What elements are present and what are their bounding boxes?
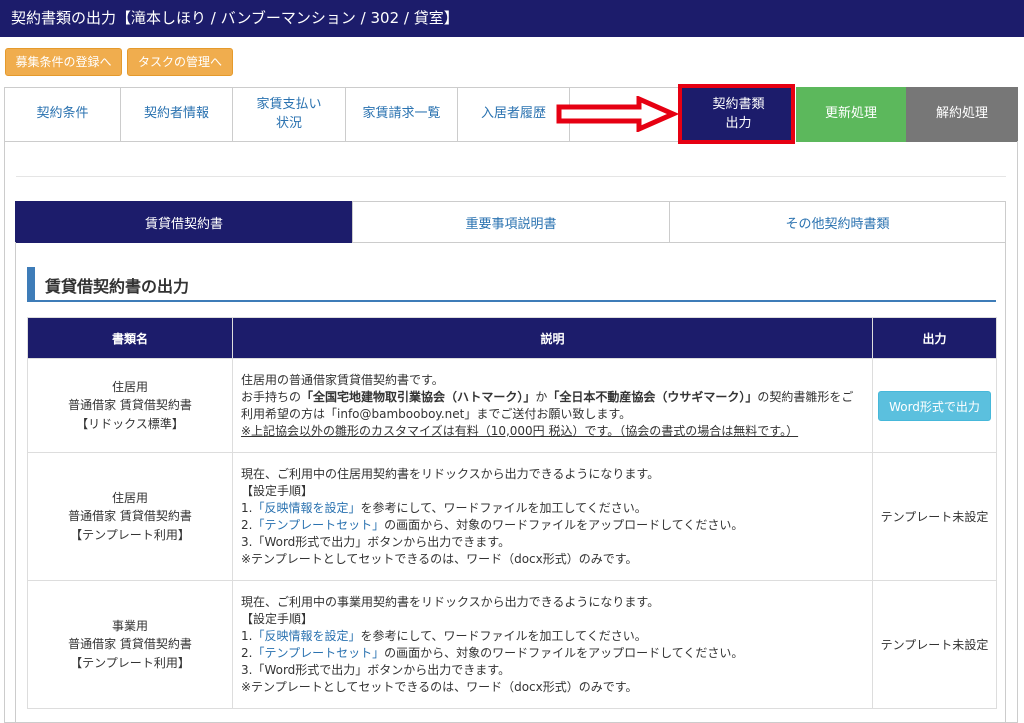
table-row: 事業用 普通借家 賃貸借契約書 【テンプレート利用】 現在、ご利用中の事業用契約… — [27, 580, 997, 709]
table-row: 住居用 普通借家 賃貸借契約書 【リドックス標準】 住居用の普通借家賃貸借契約書… — [27, 358, 997, 453]
association-name: 「全国宅地建物取引業協会（ハトマーク）」 — [301, 389, 536, 404]
description-line: お手持ちの「全国宅地建物取引業協会（ハトマーク）」か「全日本不動産協会（ウサギマ… — [241, 389, 864, 406]
tab-contractor-info[interactable]: 契約者情報 — [120, 87, 233, 142]
tab-renewal[interactable]: 更新処理 — [796, 87, 906, 142]
description-line: 利用希望の方は「info@bambooboy.net」までご送付お願い致します。 — [241, 406, 632, 421]
description-line: 現在、ご利用中の住居用契約書をリドックスから出力できるようになります。 — [241, 466, 660, 481]
doc-description: 現在、ご利用中の住居用契約書をリドックスから出力できるようになります。 【設定手… — [232, 452, 873, 581]
output-status: テンプレート未設定 — [872, 452, 997, 581]
documents-table: 書類名 説明 出力 住居用 普通借家 賃貸借契約書 【リドックス標準】 住居用の… — [27, 317, 997, 709]
subtab-lease-contract[interactable]: 賃貸借契約書 — [15, 201, 353, 243]
table-row: 住居用 普通借家 賃貸借契約書 【テンプレート利用】 現在、ご利用中の住居用契約… — [27, 452, 997, 581]
step-number: 1. — [241, 628, 253, 643]
tab-rent-invoice-list[interactable]: 家賃請求一覧 — [345, 87, 458, 142]
table-header-row: 書類名 説明 出力 — [27, 317, 997, 359]
template-set-link[interactable]: 「テンプレートセット」 — [252, 646, 384, 660]
description-line: 1.「反映情報を設定」を参考にして、ワードファイルを加工してください。 — [241, 500, 864, 517]
output-cell: Word形式で出力 — [872, 358, 997, 453]
subtab-important-matters[interactable]: 重要事項説明書 — [352, 201, 670, 243]
tab-rent-payment-status[interactable]: 家賃支払い 状況 — [232, 87, 346, 142]
tab-cancellation[interactable]: 解約処理 — [906, 87, 1018, 142]
section-header: 賃貸借契約書の出力 — [27, 267, 996, 302]
doc-name: 事業用 普通借家 賃貸借契約書 【テンプレート利用】 — [27, 580, 233, 709]
text: か — [535, 389, 548, 404]
header-doc-name: 書類名 — [27, 317, 233, 359]
description-line: 2.「テンプレートセット」の画面から、対象のワードファイルをアップロードしてくだ… — [241, 517, 864, 534]
description-line: 【設定手順】 — [241, 611, 314, 626]
section-accent-bar — [27, 267, 35, 300]
recruit-conditions-button[interactable]: 募集条件の登録へ — [5, 48, 122, 76]
word-output-button[interactable]: Word形式で出力 — [878, 390, 991, 421]
header-output: 出力 — [872, 317, 997, 359]
main-tabs: 契約条件 契約者情報 家賃支払い 状況 家賃請求一覧 入居者履歴 対応履歴 契約… — [4, 87, 1018, 142]
step-number: 1. — [241, 500, 253, 515]
description-line: 2.「テンプレートセット」の画面から、対象のワードファイルをアップロードしてくだ… — [241, 645, 864, 662]
text: お手持ちの — [241, 389, 302, 404]
section-title: 賃貸借契約書の出力 — [45, 277, 190, 296]
section-underline — [27, 300, 996, 302]
doc-description: 住居用の普通借家賃貸借契約書です。 お手持ちの「全国宅地建物取引業協会（ハトマー… — [232, 358, 873, 453]
description-line: 住居用の普通借家賃貸借契約書です。 — [241, 372, 444, 387]
description-line: 3.「Word形式で出力」ボタンから出力できます。 — [241, 534, 511, 549]
output-status: テンプレート未設定 — [872, 580, 997, 709]
description-line: 【設定手順】 — [241, 483, 314, 498]
page-title: 契約書類の出力【滝本しほり / バンブーマンション / 302 / 貸室】 — [0, 0, 1024, 37]
description-line: ※テンプレートとしてセットできるのは、ワード（docx形式）のみです。 — [241, 551, 638, 566]
highlight-box — [678, 84, 795, 144]
fee-note: ※上記協会以外の雛形のカスタマイズは有料（10,000円 税込）です。（協会の書… — [241, 423, 799, 438]
step-number: 2. — [241, 645, 253, 660]
subtab-other-documents[interactable]: その他契約時書類 — [669, 201, 1006, 243]
template-set-link[interactable]: 「テンプレートセット」 — [252, 518, 384, 532]
tab-contract-terms[interactable]: 契約条件 — [4, 87, 121, 142]
association-name: 「全日本不動産協会（ウサギマーク）」 — [547, 389, 758, 404]
reflect-info-link[interactable]: 「反映情報を設定」 — [252, 629, 360, 643]
text: の画面から、対象のワードファイルをアップロードしてください。 — [384, 517, 744, 532]
description-line: ※テンプレートとしてセットできるのは、ワード（docx形式）のみです。 — [241, 679, 638, 694]
text: の契約書雛形をご — [757, 389, 854, 404]
description-line: 1.「反映情報を設定」を参考にして、ワードファイルを加工してください。 — [241, 628, 864, 645]
divider — [16, 176, 1006, 177]
arrow-right-icon — [556, 96, 679, 132]
header-description: 説明 — [232, 317, 873, 359]
doc-description: 現在、ご利用中の事業用契約書をリドックスから出力できるようになります。 【設定手… — [232, 580, 873, 709]
task-management-button[interactable]: タスクの管理へ — [127, 48, 233, 76]
document-type-tabs: 賃貸借契約書 重要事項説明書 その他契約時書類 — [15, 201, 1006, 243]
reflect-info-link[interactable]: 「反映情報を設定」 — [252, 501, 360, 515]
description-line: 現在、ご利用中の事業用契約書をリドックスから出力できるようになります。 — [241, 594, 660, 609]
text: の画面から、対象のワードファイルをアップロードしてください。 — [384, 645, 744, 660]
text: を参考にして、ワードファイルを加工してください。 — [360, 500, 647, 515]
doc-name: 住居用 普通借家 賃貸借契約書 【テンプレート利用】 — [27, 452, 233, 581]
text: を参考にして、ワードファイルを加工してください。 — [360, 628, 647, 643]
description-line: 3.「Word形式で出力」ボタンから出力できます。 — [241, 662, 511, 677]
step-number: 2. — [241, 517, 253, 532]
doc-name: 住居用 普通借家 賃貸借契約書 【リドックス標準】 — [27, 358, 233, 453]
